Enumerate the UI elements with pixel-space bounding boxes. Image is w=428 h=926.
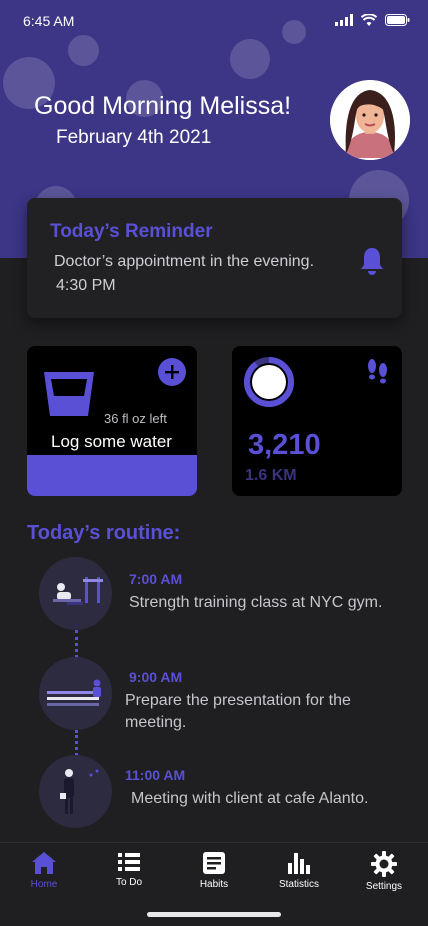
routine-time: 9:00 AM (129, 669, 183, 685)
routine-time: 7:00 AM (129, 571, 183, 587)
nav-label: Home (30, 879, 58, 890)
nav-label: Settings (365, 881, 403, 892)
user-portrait-icon (330, 80, 410, 160)
nav-item-statistics[interactable]: Statistics (264, 851, 334, 890)
routine-image-meeting (39, 755, 112, 828)
log-water-label[interactable]: Log some water (51, 432, 172, 452)
greeting-title: Good Morning Melissa! (34, 92, 292, 120)
wifi-icon (361, 14, 377, 26)
bar-chart-icon (288, 853, 310, 874)
decorative-bubble (230, 39, 270, 79)
timeline-connector (75, 730, 78, 756)
water-glass-icon (44, 372, 94, 416)
add-water-button[interactable] (158, 358, 186, 386)
reminder-card[interactable]: Today’s Reminder Doctor’s appointment in… (27, 198, 402, 318)
avatar[interactable] (330, 80, 410, 160)
reminder-time: 4:30 PM (56, 277, 116, 294)
meeting-illustration-icon (60, 769, 99, 814)
steps-card[interactable]: 3,210 1.6 KM (232, 346, 402, 496)
reminder-title: Today’s Reminder (50, 221, 213, 242)
gear-icon (371, 851, 397, 877)
presentation-illustration-icon (47, 679, 101, 706)
signal-icon (335, 14, 353, 26)
status-time: 6:45 AM (23, 13, 75, 29)
battery-icon (385, 14, 410, 26)
bell-icon[interactable] (359, 246, 385, 276)
steps-progress-ring (244, 357, 294, 407)
reminder-text: Doctor’s appointment in the evening. (54, 253, 315, 270)
list-icon (118, 853, 140, 871)
routine-time: 11:00 AM (125, 767, 186, 783)
steps-distance: 1.6 KM (245, 467, 297, 484)
steps-count: 3,210 (248, 429, 321, 461)
routine-text[interactable]: Strength training class at NYC gym. (129, 592, 409, 614)
status-bar: 6:45 AM (0, 0, 428, 44)
footsteps-icon (368, 359, 387, 384)
routine-image-presentation (39, 657, 112, 730)
status-icons (335, 14, 410, 26)
nav-label: To Do (115, 877, 143, 888)
water-remaining: 36 fl oz left (104, 411, 167, 426)
nav-item-todo[interactable]: To Do (94, 851, 164, 888)
nav-label: Statistics (278, 879, 319, 890)
nav-label: Habits (199, 879, 229, 890)
nav-item-habits[interactable]: Habits (179, 851, 249, 890)
nav-item-settings[interactable]: Settings (349, 851, 419, 892)
timeline-connector (75, 630, 78, 658)
current-date: February 4th 2021 (56, 127, 212, 148)
routine-text[interactable]: Prepare the presentation for the meeting… (125, 690, 385, 734)
workout-illustration-icon (53, 577, 103, 605)
routine-title: Today’s routine: (27, 522, 181, 544)
home-icon (32, 852, 56, 874)
home-indicator (147, 912, 281, 917)
water-tracker-card[interactable]: 36 fl oz left Log some water (27, 346, 197, 496)
water-fill-bar (27, 455, 197, 496)
routine-text[interactable]: Meeting with client at cafe Alanto. (131, 788, 411, 810)
plus-icon (165, 365, 179, 379)
nav-item-home[interactable]: Home (9, 851, 79, 890)
document-icon (203, 852, 225, 874)
routine-image-workout (39, 557, 112, 630)
